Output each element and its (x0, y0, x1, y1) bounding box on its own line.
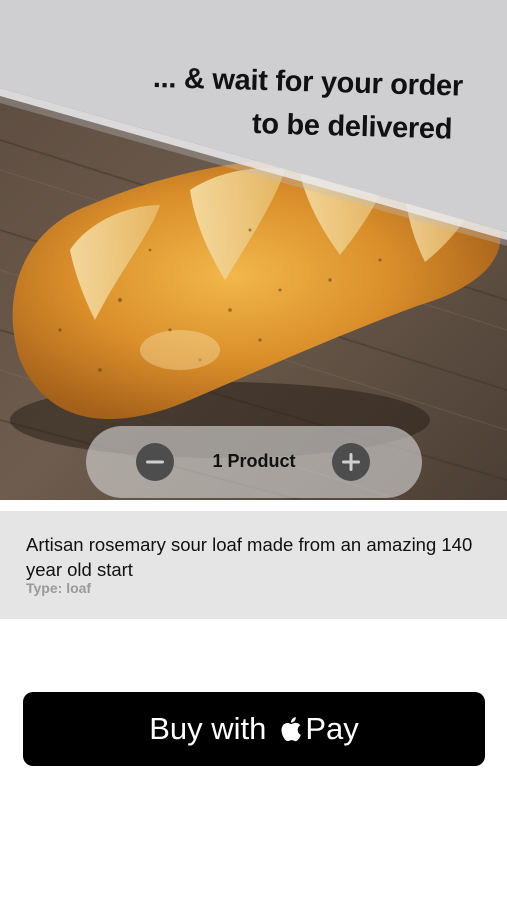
quantity-stepper: 1 Product (86, 426, 422, 498)
banner-line-2: to be delivered (251, 108, 453, 146)
apple-pay-content: Buy with Pay (23, 692, 485, 766)
quantity-label: 1 Product (212, 451, 296, 471)
buy-with-label: Buy with (149, 711, 267, 746)
plus-icon (342, 453, 360, 471)
decrease-quantity-button[interactable] (136, 443, 174, 481)
increase-quantity-button[interactable] (332, 443, 370, 481)
minus-icon (146, 460, 164, 464)
apple-logo-icon (278, 715, 302, 743)
hero-section: ... & wait for your order to be delivere… (0, 0, 507, 500)
product-info-panel: Artisan rosemary sour loaf made from an … (0, 511, 507, 619)
product-type: Type: loaf (26, 580, 92, 596)
apple-pay-button[interactable]: Buy with Pay (23, 692, 485, 766)
product-description: Artisan rosemary sour loaf made from an … (26, 534, 473, 580)
pay-label: Pay (305, 711, 359, 746)
